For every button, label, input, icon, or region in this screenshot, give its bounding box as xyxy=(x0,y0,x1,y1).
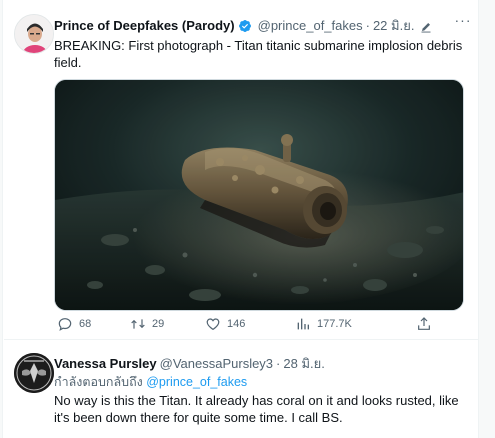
reply-button[interactable]: 68 xyxy=(57,316,91,332)
author-handle[interactable]: @prince_of_fakes xyxy=(258,17,363,35)
verified-badge-icon xyxy=(238,19,252,33)
share-button[interactable] xyxy=(416,316,432,332)
avatar[interactable] xyxy=(14,353,54,393)
separator-dot: · xyxy=(276,356,281,371)
separator-dot: · xyxy=(365,18,370,33)
submarine-wreck-photo xyxy=(55,80,463,310)
replying-to-label: กำลังตอบกลับถึง xyxy=(54,375,143,389)
like-button[interactable]: 146 xyxy=(205,316,245,332)
view-count: 177.7K xyxy=(317,318,352,330)
tweet-actions: 68 29 146 177.7K xyxy=(54,316,474,338)
author-name[interactable]: Vanessa Pursley xyxy=(54,355,157,373)
tweet-main[interactable]: Prince of Deepfakes (Parody) @prince_of_… xyxy=(4,0,478,340)
edit-pencil-icon xyxy=(420,20,432,33)
like-count: 146 xyxy=(227,318,246,330)
heart-icon xyxy=(206,318,220,331)
left-frame xyxy=(0,0,3,438)
views-chart-icon xyxy=(297,318,309,330)
tweet-text: BREAKING: First photograph - Titan titan… xyxy=(54,38,463,70)
tweet-header: Vanessa Pursley @VanessaPursley3 · 28 มิ… xyxy=(54,355,325,373)
avatar-image xyxy=(15,15,53,53)
timestamp[interactable]: 28 มิ.ย. xyxy=(283,355,324,373)
replying-to-handle-link[interactable]: @prince_of_fakes xyxy=(146,375,247,389)
share-icon xyxy=(418,317,430,330)
author-name[interactable]: Prince of Deepfakes (Parody) xyxy=(54,17,235,35)
avatar-image xyxy=(14,353,54,393)
retweet-count: 29 xyxy=(152,318,165,330)
retweet-icon xyxy=(131,319,145,329)
tweet-header: Prince of Deepfakes (Parody) @prince_of_… xyxy=(54,17,432,35)
views-button[interactable]: 177.7K xyxy=(295,316,352,332)
tweet-reply[interactable]: Vanessa Pursley @VanessaPursley3 · 28 มิ… xyxy=(4,341,478,438)
retweet-button[interactable]: 29 xyxy=(130,316,164,332)
author-handle[interactable]: @VanessaPursley3 xyxy=(160,355,273,373)
more-options-icon[interactable]: ··· xyxy=(454,13,472,28)
timestamp[interactable]: 22 มิ.ย. xyxy=(373,17,414,35)
tweet-text: No way is this the Titan. It already has… xyxy=(54,393,459,425)
replying-to-line: กำลังตอบกลับถึง @prince_of_fakes xyxy=(54,374,247,390)
right-frame xyxy=(478,0,495,438)
reply-count: 68 xyxy=(79,318,92,330)
tweet-photo[interactable] xyxy=(54,79,464,311)
avatar[interactable] xyxy=(14,14,54,54)
reply-icon xyxy=(58,318,72,331)
